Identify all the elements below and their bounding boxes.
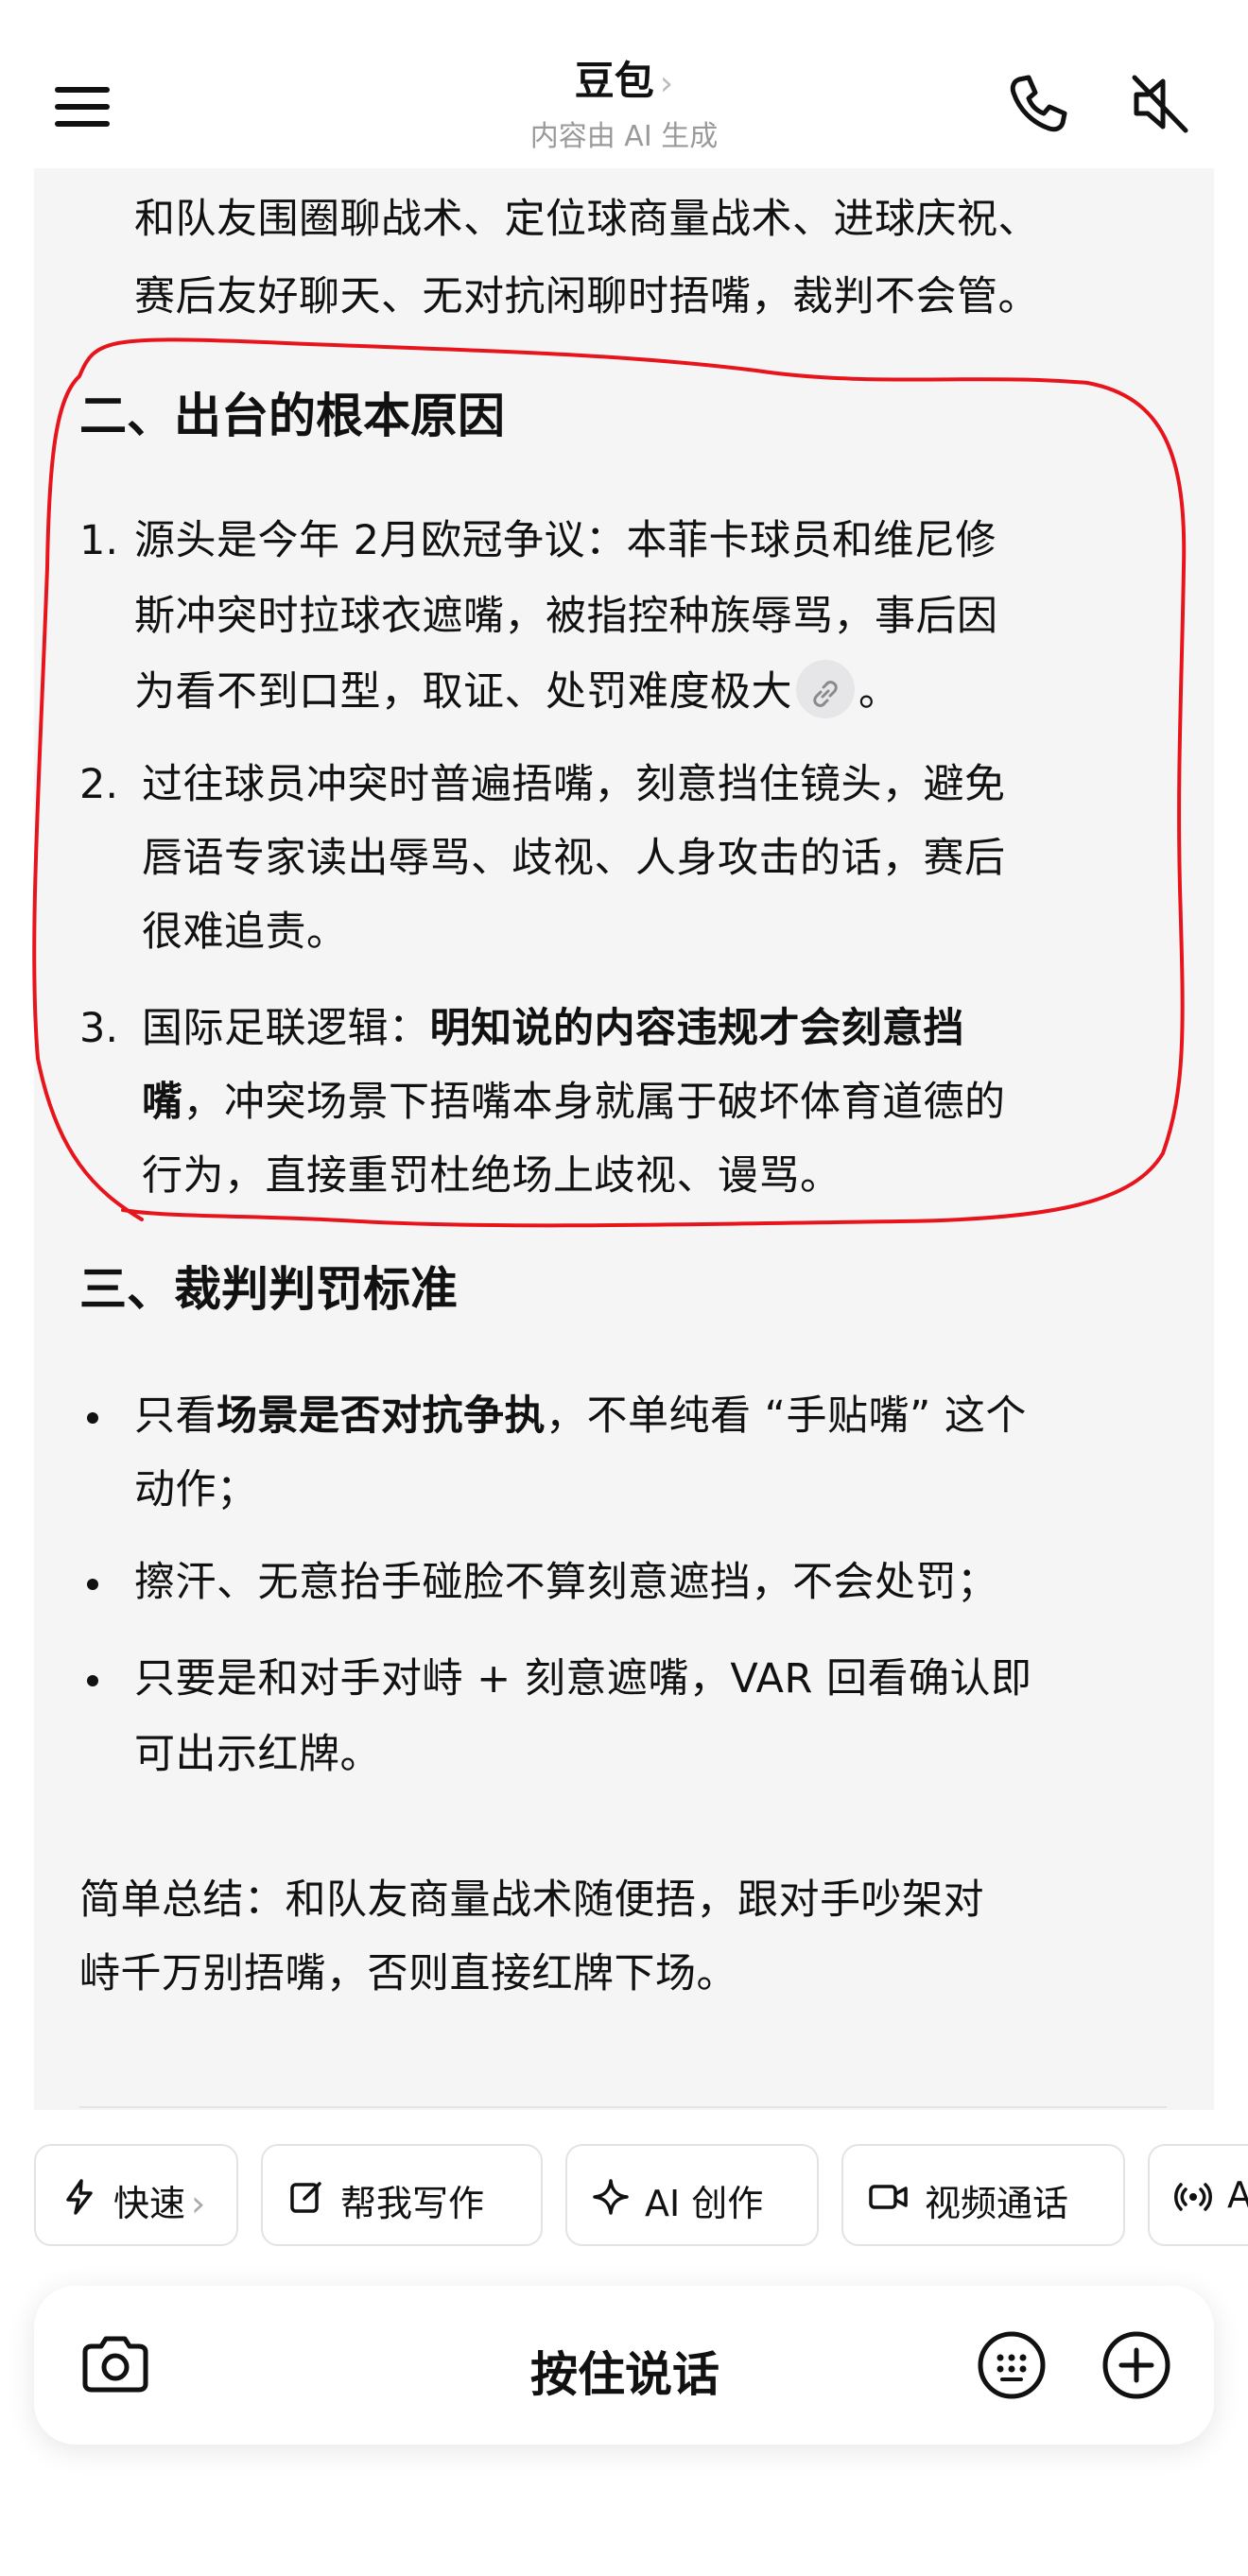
list-item-line: 行为，直接重罚杜绝场上歧视、谩骂。 (142, 1152, 841, 1200)
title-text: 豆包 (574, 58, 654, 104)
chip-fast[interactable]: 快速 › (34, 2144, 238, 2246)
edit-icon (290, 2182, 321, 2213)
summary-line: 峙千万别捂嘴，否则直接红牌下场。 (79, 1950, 737, 1997)
list-item-line: 很难追责。 (142, 908, 348, 956)
chip-video-call[interactable]: 视频通话 (841, 2144, 1125, 2246)
bullet-dot (87, 1675, 98, 1686)
input-bar: 按住说话 (34, 2286, 1214, 2445)
section-heading: 三、裁判判罚标准 (79, 1262, 458, 1317)
section-heading: 二、出台的根本原因 (79, 389, 505, 443)
answer-card: 和队友围圈聊战术、定位球商量战术、进球庆祝、 赛后友好聊天、无对抗闲聊时捂嘴，裁… (34, 113, 1214, 2244)
quick-action-bar: 快速 › 帮我写作 AI 创作 视频通话 A (0, 2136, 1248, 2259)
top-bar: 豆包 › 内容由 AI 生成 (0, 0, 1248, 168)
list-item-line: 过往球员冲突时普遍捂嘴，刻意挡住镜头，避免 (142, 761, 1006, 808)
camera-icon[interactable] (72, 2322, 159, 2409)
list-item-line: 源头是今年 2月欧冠争议：本菲卡球员和维尼修 (134, 517, 997, 564)
list-number: 2. (79, 761, 119, 808)
plus-icon[interactable] (1093, 2322, 1180, 2409)
video-icon (869, 2185, 908, 2209)
intro-line-2: 赛后友好聊天、无对抗闲聊时捂嘴，裁判不会管。 (134, 273, 1039, 320)
menu-icon[interactable] (49, 79, 121, 132)
broadcast-icon (1174, 2183, 1212, 2211)
list-number: 1. (79, 517, 119, 564)
mute-icon[interactable] (1123, 66, 1199, 142)
bullet-line: 动作； (134, 1466, 258, 1513)
list-item-line: 斯冲突时拉球衣遮嘴，被指控种族辱骂，事后因 (134, 593, 998, 640)
phone-icon[interactable] (1000, 66, 1076, 142)
intro-line-1: 和队友围圈聊战术、定位球商量战术、进球庆祝、 (134, 196, 1039, 243)
link-icon[interactable] (796, 659, 855, 718)
bullet-line: 擦汗、无意抬手碰脸不算刻意遮挡，不会处罚； (134, 1559, 998, 1606)
title-chevron-icon: › (659, 64, 674, 103)
chip-ai-create[interactable]: AI 创作 (565, 2144, 819, 2246)
list-item-line: 唇语专家读出辱骂、歧视、人身攻击的话，赛后 (142, 835, 1006, 882)
keyboard-icon[interactable] (968, 2322, 1055, 2409)
chip-writing[interactable]: 帮我写作 (261, 2144, 543, 2246)
list-item-line: 嘴，冲突场景下捂嘴本身就属于破坏体育道德的 (142, 1079, 1006, 1126)
ai-generated-note: 内容由 AI 生成 (529, 120, 719, 153)
summary-line: 简单总结：和队友商量战术随便捂，跟对手吵架对 (79, 1876, 984, 1924)
chip-more[interactable]: A (1148, 2144, 1248, 2246)
lightning-icon (66, 2179, 93, 2215)
list-item-line: 国际足联逻辑：明知说的内容违规才会刻意挡 (142, 1005, 964, 1052)
sparkle-icon (593, 2179, 629, 2215)
list-item-line: 为看不到口型，取证、处罚难度极大。 (134, 654, 900, 730)
bullet-line: 只要是和对手对峙 + 刻意遮嘴，VAR 回看确认即 (134, 1655, 1032, 1703)
hold-to-talk-button[interactable]: 按住说话 (459, 2337, 790, 2405)
bullet-dot (87, 1579, 98, 1590)
list-number: 3. (79, 1005, 119, 1052)
bullet-dot (87, 1412, 98, 1424)
bullet-line: 可出示红牌。 (134, 1731, 381, 1778)
divider (79, 2106, 1167, 2108)
chat-title[interactable]: 豆包 › 内容由 AI 生成 (435, 49, 813, 154)
bullet-line: 只看场景是否对抗争执，不单纯看 “手贴嘴” 这个 (134, 1392, 1027, 1440)
